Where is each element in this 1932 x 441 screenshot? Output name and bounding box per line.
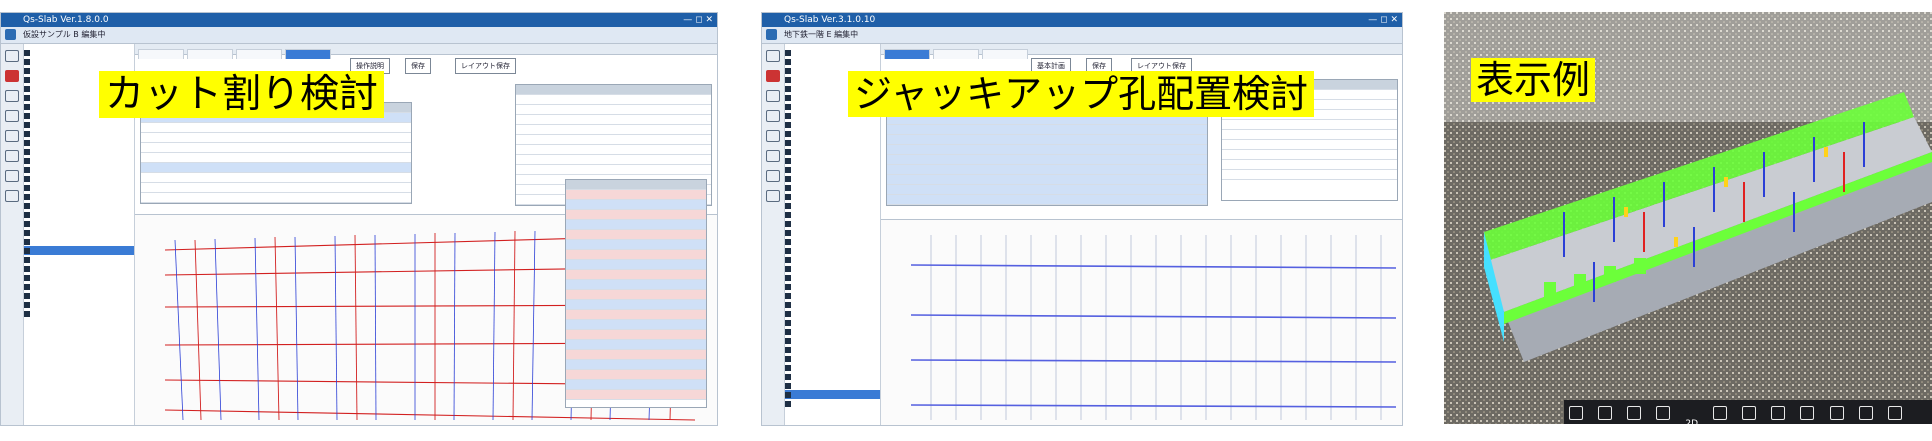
- list-icon[interactable]: [5, 110, 19, 122]
- layer-icon[interactable]: [766, 90, 780, 102]
- app-icon: [766, 29, 777, 40]
- pen-icon[interactable]: [5, 70, 19, 82]
- file-name: 仮設サンプル B 編集中: [23, 30, 106, 39]
- left-icon-bar: [762, 44, 785, 425]
- caption-label: 表示例: [1471, 58, 1596, 102]
- window-title: Qs-Slab Ver.1.8.0.0: [23, 15, 109, 25]
- tree-icon[interactable]: [5, 150, 19, 162]
- title-bar: Qs-Slab Ver.3.1.0.10 — ◻ ✕: [762, 13, 1402, 27]
- file-name: 地下鉄一階 E 編集中: [784, 30, 859, 39]
- list-icon[interactable]: [766, 110, 780, 122]
- pen-icon[interactable]: [1742, 406, 1757, 420]
- left-icon-bar: [1, 44, 24, 425]
- plan-drawing[interactable]: [881, 219, 1402, 425]
- home-icon[interactable]: [766, 50, 780, 62]
- example-3d-view[interactable]: 表示例 2D: [1444, 12, 1932, 424]
- grid-icon[interactable]: [5, 130, 19, 142]
- video-icon[interactable]: [1858, 406, 1873, 420]
- tree-icon[interactable]: [766, 150, 780, 162]
- window-controls[interactable]: — ◻ ✕: [683, 13, 713, 27]
- select-icon[interactable]: [1569, 406, 1583, 420]
- tab-strip[interactable]: [881, 44, 1402, 59]
- pen-icon[interactable]: [766, 70, 780, 82]
- tab-strip[interactable]: [135, 44, 717, 59]
- gear-icon[interactable]: [766, 190, 780, 202]
- home-icon[interactable]: [5, 50, 19, 62]
- settings-icon[interactable]: [1829, 406, 1844, 420]
- gear-icon[interactable]: [5, 190, 19, 202]
- camera-icon[interactable]: [1656, 406, 1671, 420]
- window-title: Qs-Slab Ver.3.1.0.10: [784, 15, 876, 25]
- view-mode-toggle[interactable]: 2D: [1685, 418, 1698, 424]
- save-button[interactable]: 保存: [405, 58, 431, 74]
- measure-icon[interactable]: [1713, 406, 1728, 420]
- caption-label: カット割り検討: [99, 71, 385, 118]
- screenshot-jackup-plan: Qs-Slab Ver.3.1.0.10 — ◻ ✕ 地下鉄一階 E 編集中 基…: [761, 12, 1403, 426]
- network-icon[interactable]: [1771, 406, 1786, 420]
- screenshot-cut-plan: Qs-Slab Ver.1.8.0.0 — ◻ ✕ 仮設サンプル B 編集中 操…: [0, 12, 718, 426]
- layer-icon[interactable]: [5, 90, 19, 102]
- app-icon: [5, 29, 16, 40]
- jack-table[interactable]: [886, 104, 1208, 206]
- caption-label: ジャッキアップ孔配置検討: [848, 71, 1315, 117]
- layout-save-button[interactable]: レイアウト保存: [455, 58, 516, 74]
- file-bar: 地下鉄一階 E 編集中: [762, 27, 1402, 44]
- title-bar: Qs-Slab Ver.1.8.0.0 — ◻ ✕: [1, 13, 717, 27]
- file-icon[interactable]: [766, 170, 780, 182]
- table-icon[interactable]: [1887, 406, 1902, 420]
- viewer-toolbar[interactable]: 2D: [1564, 400, 1932, 424]
- hand-icon[interactable]: [1598, 406, 1613, 420]
- window-controls[interactable]: — ◻ ✕: [1368, 13, 1398, 27]
- file-icon[interactable]: [5, 170, 19, 182]
- grid-icon[interactable]: [766, 130, 780, 142]
- save-icon[interactable]: [1800, 406, 1815, 420]
- file-bar: 仮設サンプル B 編集中: [1, 27, 717, 44]
- member-table[interactable]: [565, 179, 707, 408]
- walk-icon[interactable]: [1627, 406, 1642, 420]
